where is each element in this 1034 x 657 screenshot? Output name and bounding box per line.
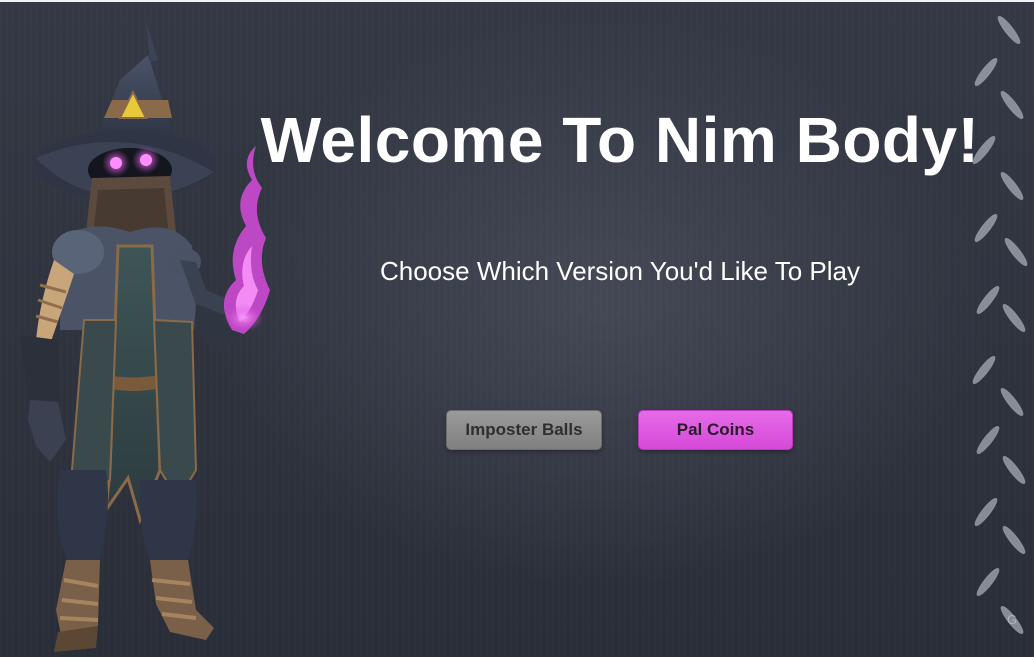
- game-menu-screen: Welcome To Nim Body! Choose Which Versio…: [0, 0, 1034, 657]
- pal-coins-button[interactable]: Pal Coins: [638, 410, 793, 450]
- page-title: Welcome To Nim Body!: [260, 104, 980, 176]
- wizard-character-icon: [20, 22, 270, 652]
- chain-link-decoration-icon: [972, 15, 1028, 635]
- version-prompt: Choose Which Version You'd Like To Play: [379, 256, 860, 286]
- imposter-balls-button[interactable]: Imposter Balls: [446, 410, 602, 450]
- watermark-text: G: [1007, 612, 1018, 627]
